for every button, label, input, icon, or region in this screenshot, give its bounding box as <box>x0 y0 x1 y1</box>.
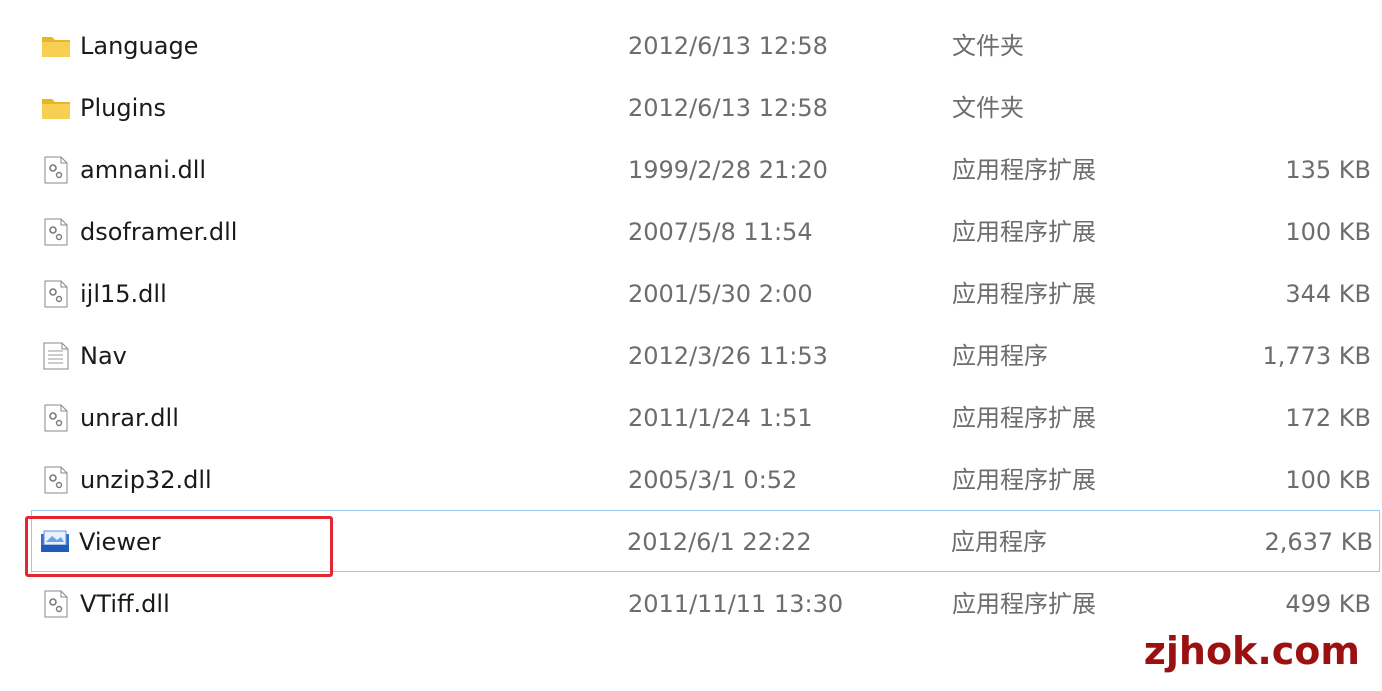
dll-file-icon <box>44 218 68 246</box>
file-row-dsoframer[interactable]: dsoframer.dll 2007/5/8 11:54 应用程序扩展 100 … <box>0 200 1382 262</box>
file-type: 应用程序 <box>952 342 1048 370</box>
file-type: 应用程序扩展 <box>952 218 1096 246</box>
dll-file-icon <box>44 404 68 432</box>
file-date: 2011/11/11 13:30 <box>628 590 844 618</box>
file-date: 2001/5/30 2:00 <box>628 280 813 308</box>
file-name: Language <box>80 32 199 60</box>
file-date: 2012/6/13 12:58 <box>628 32 828 60</box>
file-row-unzip32[interactable]: unzip32.dll 2005/3/1 0:52 应用程序扩展 100 KB <box>0 448 1382 510</box>
file-size: 172 KB <box>1285 404 1371 432</box>
file-size: 499 KB <box>1285 590 1371 618</box>
text-document-icon <box>43 342 69 370</box>
watermark: zjhok.com <box>1143 629 1360 673</box>
file-row-language[interactable]: Language 2012/6/13 12:58 文件夹 <box>0 14 1382 76</box>
file-row-viewer[interactable]: Viewer 2012/6/1 22:22 应用程序 2,637 KB <box>31 510 1380 572</box>
folder-icon <box>42 99 70 119</box>
file-date: 2007/5/8 11:54 <box>628 218 813 246</box>
dll-file-icon <box>44 280 68 308</box>
file-date: 2011/1/24 1:51 <box>628 404 813 432</box>
file-size: 344 KB <box>1285 280 1371 308</box>
file-type: 应用程序扩展 <box>952 280 1096 308</box>
file-date: 1999/2/28 21:20 <box>628 156 828 184</box>
file-type: 文件夹 <box>952 32 1024 60</box>
file-type: 应用程序扩展 <box>952 466 1096 494</box>
file-row-unrar[interactable]: unrar.dll 2011/1/24 1:51 应用程序扩展 172 KB <box>0 386 1382 448</box>
file-list: Language 2012/6/13 12:58 文件夹 Plugins 201… <box>0 14 1382 634</box>
file-date: 2012/6/1 22:22 <box>627 528 812 556</box>
file-date: 2012/3/26 11:53 <box>628 342 828 370</box>
file-name: Plugins <box>80 94 166 122</box>
file-date: 2005/3/1 0:52 <box>628 466 798 494</box>
file-size: 135 KB <box>1285 156 1371 184</box>
file-type: 应用程序扩展 <box>952 590 1096 618</box>
file-type: 应用程序 <box>951 528 1047 556</box>
file-type: 应用程序扩展 <box>952 156 1096 184</box>
file-name: unrar.dll <box>80 404 179 432</box>
dll-file-icon <box>44 156 68 184</box>
dll-file-icon <box>44 590 68 618</box>
viewer-app-icon <box>41 530 69 552</box>
file-row-plugins[interactable]: Plugins 2012/6/13 12:58 文件夹 <box>0 76 1382 138</box>
file-date: 2012/6/13 12:58 <box>628 94 828 122</box>
dll-file-icon <box>44 466 68 494</box>
file-name: amnani.dll <box>80 156 207 184</box>
file-type: 文件夹 <box>952 94 1024 122</box>
file-name: Viewer <box>79 528 161 556</box>
file-name: unzip32.dll <box>80 466 212 494</box>
file-size: 2,637 KB <box>1264 528 1373 556</box>
file-row-vtiff[interactable]: VTiff.dll 2011/11/11 13:30 应用程序扩展 499 KB <box>0 572 1382 634</box>
file-row-nav[interactable]: Nav 2012/3/26 11:53 应用程序 1,773 KB <box>0 324 1382 386</box>
file-size: 100 KB <box>1285 218 1371 246</box>
file-size: 1,773 KB <box>1262 342 1371 370</box>
file-size: 100 KB <box>1285 466 1371 494</box>
folder-icon <box>42 37 70 57</box>
file-name: ijl15.dll <box>80 280 167 308</box>
file-row-amnani[interactable]: amnani.dll 1999/2/28 21:20 应用程序扩展 135 KB <box>0 138 1382 200</box>
file-name: dsoframer.dll <box>80 218 238 246</box>
file-row-ijl15[interactable]: ijl15.dll 2001/5/30 2:00 应用程序扩展 344 KB <box>0 262 1382 324</box>
file-type: 应用程序扩展 <box>952 404 1096 432</box>
file-name: Nav <box>80 342 127 370</box>
file-name: VTiff.dll <box>80 590 170 618</box>
